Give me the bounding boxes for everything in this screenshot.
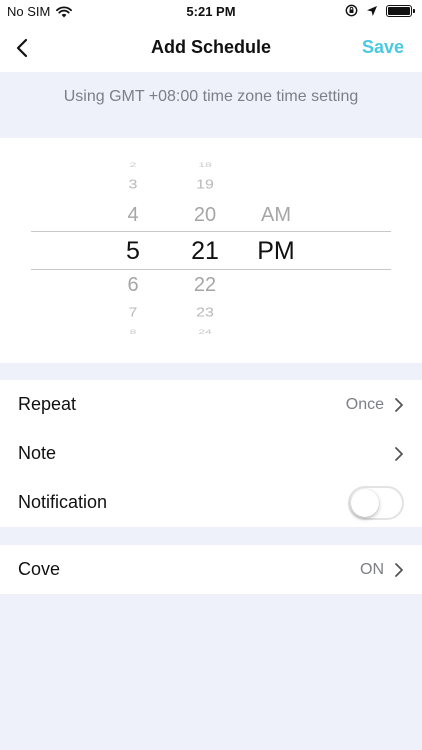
hour-option: 6 [127, 274, 139, 296]
hour-wheel[interactable]: 2 3 4 5 6 7 8 [103, 138, 163, 363]
minute-option: 22 [193, 274, 217, 296]
repeat-label: Repeat [18, 394, 77, 414]
repeat-value: Once [345, 395, 384, 413]
toggle-knob [351, 488, 379, 517]
hour-option: 7 [128, 305, 138, 320]
hour-option: 2 [129, 161, 137, 169]
hour-option: 3 [128, 177, 138, 192]
nav-bar: Add Schedule Save [0, 24, 422, 72]
period-option: AM [261, 204, 291, 226]
hour-selected: 5 [126, 237, 140, 265]
period-wheel[interactable]: AM PM [246, 138, 306, 363]
notification-row: Notification [0, 478, 422, 527]
minute-option: 20 [193, 204, 217, 226]
status-bar: No SIM 5:21 PM [0, 0, 422, 24]
orientation-lock-icon [345, 4, 358, 17]
hour-option: 4 [127, 204, 139, 226]
device-label: Cove [18, 559, 61, 579]
minute-option: 18 [198, 161, 212, 169]
location-arrow-icon [367, 5, 377, 16]
repeat-row[interactable]: Repeat Once [0, 380, 422, 429]
minute-option: 19 [196, 177, 214, 192]
minute-selected: 21 [191, 237, 219, 265]
status-right [345, 4, 415, 17]
note-row[interactable]: Note [0, 429, 422, 478]
notification-toggle[interactable] [348, 485, 404, 520]
minute-option: 23 [196, 305, 214, 320]
time-picker[interactable]: 2 3 4 5 6 7 8 18 19 20 21 22 23 24 AM PM [0, 138, 422, 363]
minute-wheel[interactable]: 18 19 20 21 22 23 24 [175, 138, 235, 363]
device-status: ON [360, 560, 384, 578]
chevron-right-icon [395, 562, 403, 577]
notification-label: Notification [18, 492, 108, 512]
device-row[interactable]: Cove ON [0, 545, 422, 594]
battery-fill [388, 6, 410, 15]
battery-icon [386, 4, 415, 17]
period-selected: PM [257, 237, 295, 265]
device-section: Cove ON [0, 545, 422, 594]
page-title: Add Schedule [150, 37, 271, 57]
minute-option: 24 [198, 328, 212, 336]
chevron-right-icon [395, 397, 403, 412]
timezone-banner: Using GMT +08:00 time zone time setting [0, 72, 422, 138]
chevron-right-icon [395, 446, 403, 461]
note-label: Note [18, 443, 57, 463]
save-button[interactable]: Save [362, 37, 404, 58]
hour-option: 8 [129, 328, 137, 336]
schedule-settings: Repeat Once Note Notification [0, 380, 422, 527]
